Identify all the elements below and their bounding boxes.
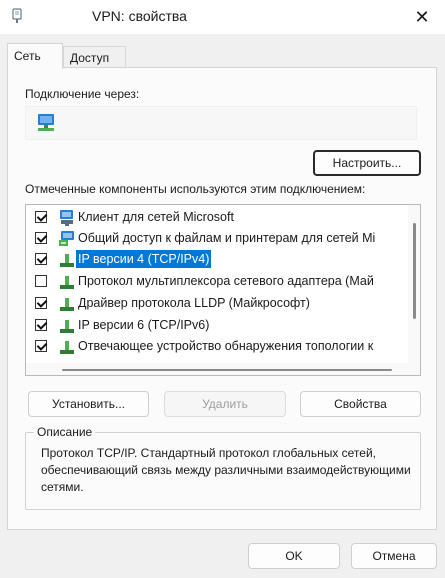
component-label: Драйвер протокола LLDP (Майкрософт) (78, 296, 310, 310)
component-label: Клиент для сетей Microsoft (78, 210, 234, 224)
list-item[interactable]: Протокол мультиплексора сетевого адаптер… (26, 271, 408, 292)
component-checkbox[interactable] (35, 275, 47, 287)
list-item[interactable]: Драйвер протокола LLDP (Майкрософт) (26, 293, 408, 314)
network-client-icon (60, 210, 73, 226)
description-title: Описание (34, 425, 96, 439)
install-button[interactable]: Установить... (28, 391, 149, 417)
window-title: VPN: свойства (92, 8, 187, 24)
configure-button[interactable]: Настроить... (313, 150, 421, 176)
component-checkbox[interactable] (35, 211, 47, 223)
vertical-scrollbar[interactable] (408, 205, 420, 365)
network-adapter-icon (38, 114, 54, 131)
component-label: Протокол мультиплексора сетевого адаптер… (78, 274, 374, 288)
cancel-button[interactable]: Отмена (351, 543, 437, 569)
component-checkbox[interactable] (35, 253, 47, 265)
tab-sharing[interactable]: Доступ (63, 46, 126, 68)
list-item[interactable]: Отвечающее устройство обнаружения тополо… (26, 336, 408, 357)
protocol-icon (60, 298, 74, 311)
remove-button[interactable]: Удалить (164, 391, 286, 417)
component-checkbox[interactable] (35, 297, 47, 309)
title-bar: VPN: свойства ✕ (0, 0, 445, 34)
protocol-icon (60, 276, 74, 289)
component-label: Отвечающее устройство обнаружения тополо… (78, 339, 374, 353)
components-label: Отмеченные компоненты используются этим … (25, 182, 366, 196)
close-icon: ✕ (414, 6, 430, 27)
list-item[interactable]: IP версии 4 (TCP/IPv4) (26, 249, 408, 270)
ok-button[interactable]: OK (248, 543, 340, 569)
component-checkbox[interactable] (35, 319, 47, 331)
component-checkbox[interactable] (35, 232, 47, 244)
list-item[interactable]: Клиент для сетей Microsoft (26, 207, 408, 228)
component-label: IP версии 4 (TCP/IPv4) (76, 250, 212, 268)
horizontal-scrollbar[interactable] (26, 363, 420, 375)
adapter-display (25, 106, 417, 140)
close-button[interactable]: ✕ (399, 0, 445, 34)
component-label: Общий доступ к файлам и принтерам для се… (78, 231, 376, 245)
description-text: Протокол TCP/IP. Стандартный протокол гл… (41, 446, 411, 494)
tab-network[interactable]: Сеть (7, 43, 63, 69)
list-item[interactable]: Общий доступ к файлам и принтерам для се… (26, 228, 408, 249)
protocol-icon (60, 320, 74, 333)
vpn-connection-icon (12, 8, 22, 23)
components-list[interactable]: Клиент для сетей Microsoft Общий доступ … (25, 204, 421, 376)
connect-using-label: Подключение через: (25, 87, 140, 101)
protocol-icon (60, 341, 74, 354)
network-service-icon (59, 231, 74, 246)
vertical-scrollbar-thumb[interactable] (413, 223, 416, 319)
list-item[interactable]: IP версии 6 (TCP/IPv6) (26, 315, 408, 336)
component-checkbox[interactable] (35, 340, 47, 352)
component-label: IP версии 6 (TCP/IPv6) (78, 318, 210, 332)
properties-button[interactable]: Свойства (300, 391, 421, 417)
protocol-icon (60, 254, 74, 267)
horizontal-scrollbar-thumb[interactable] (62, 369, 392, 371)
